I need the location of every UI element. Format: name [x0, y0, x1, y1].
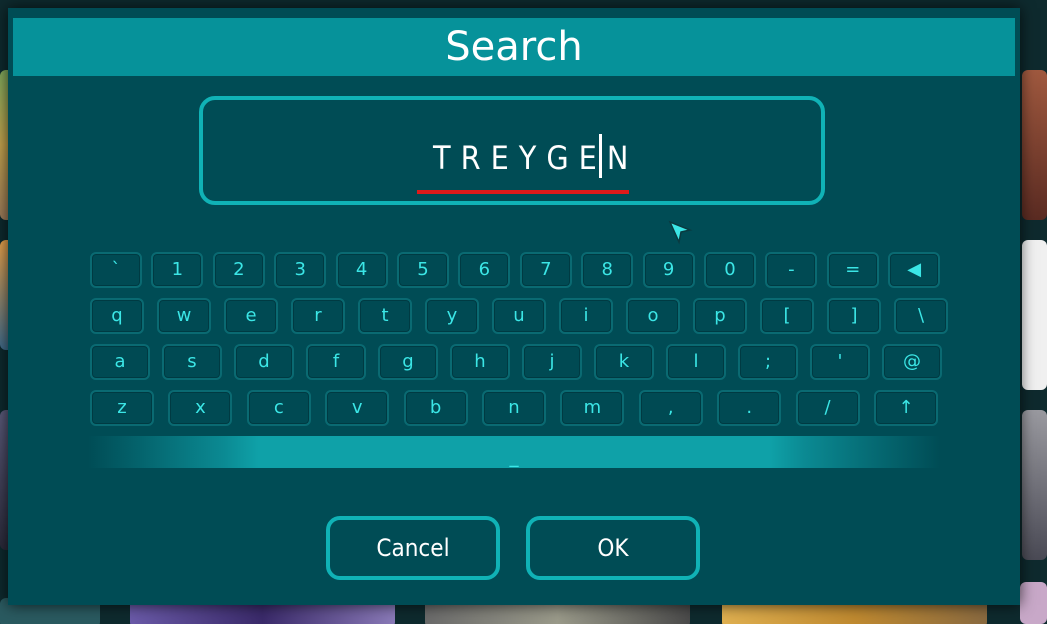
keyboard-key[interactable]: `: [90, 252, 142, 288]
keyboard-key[interactable]: v: [325, 390, 390, 426]
search-input[interactable]: TREYGEN: [199, 96, 825, 205]
search-input-value: TREYGEN: [433, 139, 639, 177]
backspace-key[interactable]: ◀: [888, 252, 941, 288]
keyboard-key[interactable]: u: [492, 298, 546, 334]
text-caret: [599, 134, 602, 178]
keyboard-key[interactable]: r: [291, 298, 345, 334]
keyboard-key[interactable]: x: [168, 390, 233, 426]
search-dialog: Search TREYGEN ` 1 2 3 4 5 6 7 8 9 0- = ◀ q w e r t y u i o p […: [8, 8, 1020, 605]
keyboard-key[interactable]: =: [826, 252, 879, 288]
keyboard-key[interactable]: 2: [212, 252, 265, 288]
keyboard-key[interactable]: a: [90, 344, 150, 380]
dialog-title: Search: [13, 18, 1015, 76]
keyboard-key[interactable]: 8: [581, 252, 634, 288]
background-tile: [1022, 410, 1047, 560]
keyboard-key[interactable]: s: [162, 344, 222, 380]
keyboard-key[interactable]: d: [234, 344, 294, 380]
keyboard-key[interactable]: y: [425, 298, 479, 334]
keyboard-key[interactable]: l: [666, 344, 726, 380]
keyboard-key[interactable]: 9: [642, 252, 695, 288]
keyboard-key[interactable]: b: [403, 390, 468, 426]
keyboard-key[interactable]: f: [306, 344, 366, 380]
keyboard-key[interactable]: o: [626, 298, 680, 334]
background-tile: [1022, 240, 1047, 390]
background-tile: [1020, 582, 1047, 624]
ok-button[interactable]: OK: [526, 516, 700, 580]
keyboard-key[interactable]: h: [450, 344, 510, 380]
keyboard-key[interactable]: ': [810, 344, 870, 380]
keyboard-key[interactable]: i: [559, 298, 613, 334]
keyboard-key[interactable]: 3: [274, 252, 327, 288]
keyboard-key[interactable]: q: [90, 298, 144, 334]
keyboard-key[interactable]: n: [482, 390, 546, 426]
keyboard-key[interactable]: 6: [458, 252, 511, 288]
keyboard-key[interactable]: k: [594, 344, 654, 380]
keyboard-key[interactable]: -: [765, 252, 818, 288]
cancel-button[interactable]: Cancel: [326, 516, 500, 580]
keyboard-key[interactable]: /: [795, 390, 860, 426]
keyboard-key[interactable]: 7: [519, 252, 572, 288]
background-tile: [1022, 70, 1047, 220]
keyboard-key[interactable]: z: [90, 390, 154, 426]
pointer-cursor-icon: [668, 220, 693, 245]
keyboard-key[interactable]: m: [560, 390, 625, 426]
shift-key[interactable]: ↑: [874, 390, 938, 426]
keyboard-key[interactable]: 5: [397, 252, 449, 288]
keyboard-key[interactable]: @: [882, 344, 942, 380]
keyboard-key[interactable]: t: [358, 298, 412, 334]
keyboard-key[interactable]: p: [693, 298, 747, 334]
keyboard-key[interactable]: ]: [827, 298, 881, 334]
keyboard-key[interactable]: \: [894, 298, 948, 334]
keyboard-key[interactable]: c: [246, 390, 311, 426]
keyboard-key[interactable]: j: [522, 344, 582, 380]
keyboard-key[interactable]: w: [157, 298, 211, 334]
keyboard-key[interactable]: 0: [704, 252, 756, 288]
keyboard-key[interactable]: ,: [638, 390, 703, 426]
keyboard-key[interactable]: [: [760, 298, 814, 334]
keyboard-key[interactable]: e: [224, 298, 278, 334]
composition-underline: [417, 190, 629, 194]
space-key[interactable]: _: [88, 436, 940, 468]
keyboard-key[interactable]: 1: [151, 252, 204, 288]
keyboard-key[interactable]: 4: [335, 252, 388, 288]
keyboard-key[interactable]: .: [717, 390, 782, 426]
keyboard-key[interactable]: g: [378, 344, 438, 380]
keyboard-key[interactable]: ;: [738, 344, 798, 380]
